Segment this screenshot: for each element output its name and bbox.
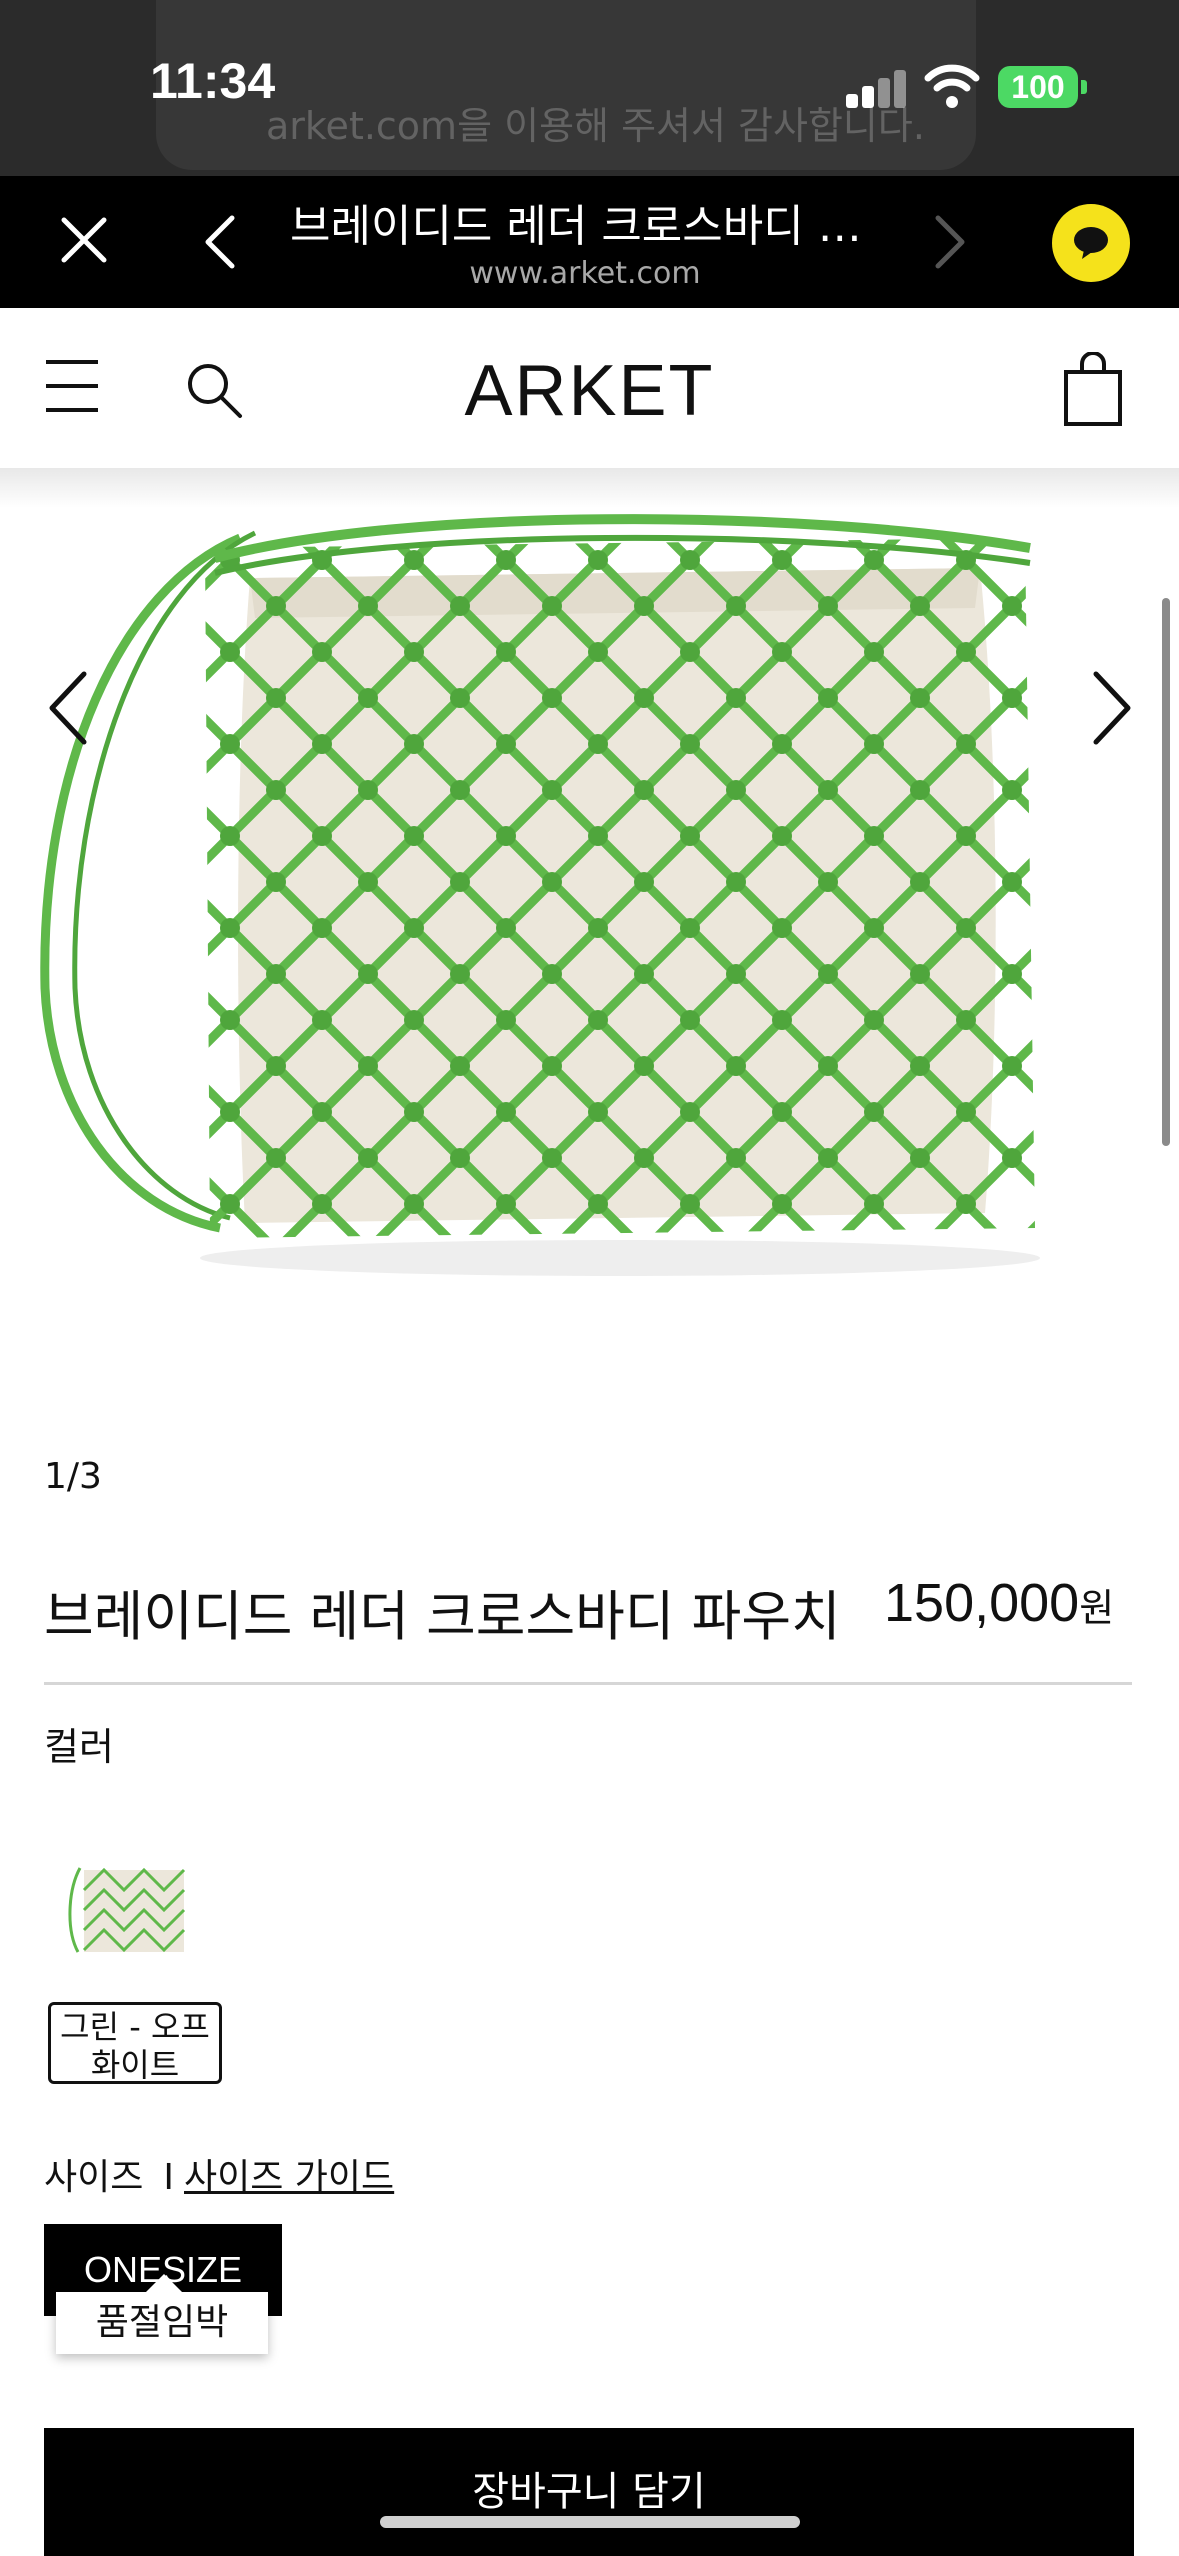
chevron-left-icon[interactable] xyxy=(44,668,94,748)
page-scrollbar[interactable] xyxy=(1162,598,1170,1146)
site-logo[interactable]: ARKET xyxy=(0,350,1179,432)
color-swatch-thumbnail[interactable] xyxy=(62,1860,198,1960)
webview-url: www.arket.com xyxy=(469,256,701,291)
product-image xyxy=(40,514,1040,1276)
status-bar: arket.com을 이용해 주셔서 감사합니다. 11:34 100 xyxy=(0,0,1179,176)
divider xyxy=(44,1682,1132,1685)
product-image-gallery[interactable] xyxy=(0,468,1179,1368)
size-guide-link[interactable]: 사이즈 가이드 xyxy=(184,2157,394,2198)
product-title: 브레이디드 레더 크로스바디 파우치 xyxy=(44,1585,841,1648)
chevron-right-icon[interactable] xyxy=(1086,668,1136,748)
price-value: 150,000 xyxy=(884,1573,1080,1633)
product-price: 150,000원 xyxy=(884,1572,1114,1634)
add-to-cart-button[interactable]: 장바구니 담기 xyxy=(44,2428,1134,2556)
selected-color-option[interactable]: 그린 - 오프 화이트 xyxy=(48,2002,222,2084)
cellular-signal-icon xyxy=(846,68,908,108)
color-name-line1: 그린 - 오프 xyxy=(60,2008,210,2046)
battery-tip xyxy=(1081,80,1087,94)
image-counter: 1/3 xyxy=(44,1456,102,1497)
forward-icon[interactable] xyxy=(924,210,974,274)
back-icon[interactable] xyxy=(196,210,246,274)
site-header: ARKET xyxy=(0,308,1179,468)
webview-toolbar: 브레이디드 레더 크로스바디 파... www.arket.com xyxy=(0,176,1179,308)
home-indicator[interactable] xyxy=(380,2516,800,2528)
close-icon[interactable] xyxy=(50,206,118,274)
size-row: 사이즈 I 사이즈 가이드 xyxy=(44,2148,394,2200)
battery-indicator: 100 xyxy=(998,66,1078,108)
chat-button[interactable] xyxy=(1052,204,1130,282)
size-separator: I xyxy=(163,2157,174,2198)
price-currency: 원 xyxy=(1079,1586,1115,1630)
color-label: 컬러 xyxy=(44,1725,114,1769)
shopping-bag-icon[interactable] xyxy=(1062,352,1124,428)
color-name-line2: 화이트 xyxy=(90,2046,180,2084)
chat-icon xyxy=(1074,227,1108,259)
wifi-icon xyxy=(924,64,980,108)
size-label: 사이즈 xyxy=(44,2157,144,2198)
low-stock-tooltip: 품절임박 xyxy=(56,2274,268,2354)
background-notification-text: arket.com을 이용해 주셔서 감사합니다. xyxy=(266,104,925,148)
webview-page-title: 브레이디드 레더 크로스바디 파... xyxy=(290,201,880,252)
status-time: 11:34 xyxy=(150,53,276,109)
